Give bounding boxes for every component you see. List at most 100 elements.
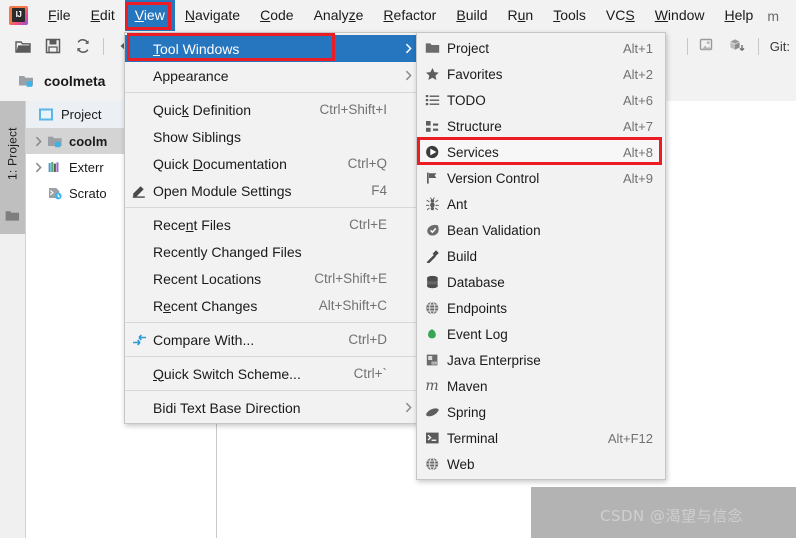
- menubar-item-run[interactable]: Run: [498, 0, 544, 31]
- tool-window-item-event-log[interactable]: Event Log: [417, 321, 665, 347]
- view-menu-item-quick-switch-scheme[interactable]: Quick Switch Scheme... Ctrl+`: [125, 360, 417, 387]
- view-menu-item-label: Quick Definition: [153, 101, 252, 118]
- menu-separator: [125, 322, 417, 323]
- tool-window-item-todo[interactable]: TODO Alt+6: [417, 87, 665, 113]
- tool-window-item-endpoints[interactable]: Endpoints: [417, 295, 665, 321]
- save-icon[interactable]: [41, 35, 65, 57]
- menubar-item-label: Analyze: [313, 7, 364, 23]
- tool-window-item-version-control[interactable]: Version Control Alt+9: [417, 165, 665, 191]
- open-folder-icon[interactable]: [11, 35, 35, 57]
- folder-icon: [5, 209, 20, 226]
- tool-window-item-shortcut: Alt+F12: [607, 430, 653, 446]
- menubar-item-vcs[interactable]: VCS: [596, 0, 645, 31]
- tool-window-item-label: Spring: [447, 404, 487, 420]
- view-menu-item-label: Recent Locations: [153, 270, 262, 287]
- project-view-icon: [38, 107, 54, 122]
- menubar-item-code[interactable]: Code: [250, 0, 303, 31]
- tool-window-item-label: Terminal: [447, 430, 499, 446]
- toolbar-separator-right: [686, 37, 688, 55]
- menubar-item-view[interactable]: View: [124, 0, 175, 31]
- tool-window-item-structure[interactable]: Structure Alt+7: [417, 113, 665, 139]
- view-menu-item-compare-with[interactable]: Compare With... Ctrl+D: [125, 326, 417, 353]
- git-label[interactable]: Git:: [770, 39, 790, 54]
- menubar-item-label: Navigate: [184, 7, 241, 23]
- view-menu-item-recent-files[interactable]: Recent Files Ctrl+E: [125, 211, 417, 238]
- menu-item-arrow-placeholder: [399, 360, 417, 387]
- view-menu-item-bidi-text-base-direction[interactable]: Bidi Text Base Direction: [125, 394, 417, 421]
- menubar-item-help[interactable]: Help: [715, 0, 764, 31]
- run-config-icon[interactable]: [696, 35, 720, 57]
- tool-window-item-spring[interactable]: Spring: [417, 399, 665, 425]
- menubar-item-label: Code: [260, 7, 294, 23]
- endpoints-globe-icon: [417, 295, 447, 321]
- csdn-watermark: CSDN @渴望与信念: [600, 507, 744, 525]
- menu-item-arrow-placeholder: [399, 123, 417, 150]
- tool-window-item-database[interactable]: Database: [417, 269, 665, 295]
- strip-tab-project[interactable]: 1: Project: [0, 101, 25, 234]
- tool-window-item-project[interactable]: Project Alt+1: [417, 35, 665, 61]
- menubar-item-window[interactable]: Window: [645, 0, 715, 31]
- tool-window-item-favorites[interactable]: Favorites Alt+2: [417, 61, 665, 87]
- view-menu-item-appearance[interactable]: Appearance: [125, 62, 417, 89]
- menubar-item-file[interactable]: File: [38, 0, 81, 31]
- menubar-item-label: Tools: [553, 7, 586, 23]
- menu-bar-overflow: m: [767, 7, 779, 24]
- tool-window-item-shortcut: Alt+2: [623, 66, 653, 82]
- project-name-label[interactable]: coolmeta: [44, 73, 105, 89]
- menubar-item-tools[interactable]: Tools: [543, 0, 596, 31]
- tool-window-item-services[interactable]: Services Alt+8: [417, 139, 665, 165]
- menu-item-gutter: [125, 96, 153, 123]
- menu-bar: IJ File Edit View Navigate Code Analyze Refact…: [0, 0, 796, 32]
- view-menu-item-recent-locations[interactable]: Recent Locations Ctrl+Shift+E: [125, 265, 417, 292]
- view-menu-item-label: Bidi Text Base Direction: [153, 399, 301, 416]
- view-menu-item-show-siblings[interactable]: Show Siblings: [125, 123, 417, 150]
- menu-bar-items: File Edit View Navigate Code Analyze Refactor B…: [38, 0, 763, 31]
- view-menu-item-recently-changed-files[interactable]: Recently Changed Files: [125, 238, 417, 265]
- menu-item-gutter: [125, 62, 153, 89]
- project-tab-label: Project: [61, 107, 102, 122]
- view-menu-item-quick-definition[interactable]: Quick Definition Ctrl+Shift+I: [125, 96, 417, 123]
- tool-window-item-label: Build: [447, 248, 478, 264]
- view-menu-item-open-module-settings[interactable]: Open Module Settings F4: [125, 177, 417, 204]
- menubar-item-label: Edit: [90, 7, 115, 23]
- spring-leaf-icon: [417, 399, 447, 425]
- view-menu-item-label: Show Siblings: [153, 128, 241, 145]
- tool-window-item-java-enterprise[interactable]: EE Java Enterprise: [417, 347, 665, 373]
- menu-item-gutter: [125, 35, 153, 62]
- menu-item-arrow-placeholder: [399, 96, 417, 123]
- ide-window: IJ File Edit View Navigate Code Analyze Refact…: [0, 0, 796, 538]
- menu-item-gutter: [125, 360, 153, 387]
- tool-window-item-label: Version Control: [447, 170, 540, 186]
- view-menu-item-quick-documentation[interactable]: Quick Documentation Ctrl+Q: [125, 150, 417, 177]
- logo-text: IJ: [15, 9, 22, 19]
- menubar-item-refactor[interactable]: Refactor: [373, 0, 446, 31]
- tool-window-item-web[interactable]: Web: [417, 451, 665, 477]
- chevron-right-icon[interactable]: [30, 159, 46, 175]
- tool-window-item-build[interactable]: Build: [417, 243, 665, 269]
- tool-window-item-maven[interactable]: m Maven: [417, 373, 665, 399]
- chevron-right-icon: [399, 394, 417, 421]
- view-menu-item-label: Recently Changed Files: [153, 243, 302, 260]
- strip-tab-project-label: 1: Project: [5, 127, 20, 181]
- view-menu-item-recent-changes[interactable]: Recent Changes Alt+Shift+C: [125, 292, 417, 319]
- menubar-item-edit[interactable]: Edit: [81, 0, 125, 31]
- menubar-item-build[interactable]: Build: [446, 0, 497, 31]
- menu-item-gutter: [125, 292, 153, 319]
- chevron-right-icon[interactable]: [30, 133, 46, 149]
- tool-window-item-terminal[interactable]: Terminal Alt+F12: [417, 425, 665, 451]
- view-menu-item-tool-windows[interactable]: Tool Windows: [125, 35, 417, 62]
- view-menu-item-shortcut: Ctrl+Shift+E: [314, 271, 387, 286]
- menubar-item-label: Help: [724, 7, 754, 23]
- tool-window-item-label: Java Enterprise: [447, 352, 541, 368]
- tool-window-item-bean-validation[interactable]: Bean Validation: [417, 217, 665, 243]
- menubar-item-label: Window: [654, 7, 705, 23]
- build-module-icon[interactable]: [726, 35, 750, 57]
- module-folder-icon: [46, 133, 64, 149]
- tool-window-item-ant[interactable]: Ant: [417, 191, 665, 217]
- tool-window-item-label: Database: [447, 274, 505, 290]
- edit-pencil-icon: [125, 177, 153, 204]
- menubar-item-navigate[interactable]: Navigate: [175, 0, 250, 31]
- sync-icon[interactable]: [71, 35, 95, 57]
- menu-item-gutter: [125, 265, 153, 292]
- menubar-item-analyze[interactable]: Analyze: [304, 0, 374, 31]
